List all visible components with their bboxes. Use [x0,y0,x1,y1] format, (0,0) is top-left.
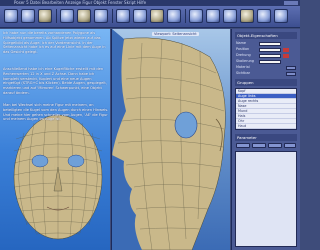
toolbar-divider [56,9,57,23]
property-label: Material [236,65,250,69]
property-label: Skalierung [236,59,254,63]
section-header-parameters: Parameter [235,134,297,141]
side-view-viewport[interactable]: Viewport: Seitenansicht [111,29,230,250]
section-header-groups: Gruppen [235,79,297,86]
property-label: Sichtbar [236,71,251,75]
property-row[interactable]: Drehung [235,53,297,58]
property-field[interactable] [259,59,281,64]
material-icon[interactable] [77,9,91,23]
section-header-properties: Objekt-Eigenschaften [235,32,297,39]
light-icon[interactable] [167,9,181,23]
color-swatch[interactable] [283,53,289,58]
property-label: Drehung [236,53,251,57]
toolbar-divider [185,9,186,23]
property-field[interactable] [259,47,281,52]
window-controls[interactable] [284,1,298,5]
render-icon[interactable] [133,9,147,23]
toolbar [0,6,300,28]
property-row[interactable]: Position [235,47,297,52]
property-row[interactable]: Sichtbar [235,71,297,76]
property-field[interactable] [259,41,281,46]
face-icon[interactable] [21,9,35,23]
viewport-label: Viewport: Seitenansicht [152,32,199,36]
setup-icon[interactable] [94,9,108,23]
scale-icon[interactable] [223,9,237,23]
content-icon[interactable] [116,9,130,23]
property-button[interactable] [286,65,296,70]
property-row[interactable]: Name [235,41,297,46]
instruction-paragraph-3: Man bei Wechsel sich meine Figur mit mei… [3,103,109,122]
property-button[interactable] [286,71,296,76]
instruction-paragraph-1: Ich habe nun die bereits vorhandenen Pol… [3,31,106,55]
list-item[interactable]: Haut [236,124,296,129]
side-face-mesh [112,29,226,250]
zoom-icon[interactable] [240,9,254,23]
color-swatch[interactable] [283,47,289,52]
toolbar-divider [112,9,113,23]
move-icon[interactable] [189,9,203,23]
param-button[interactable] [284,143,296,148]
properties-panel: Objekt-Eigenschaften Name Position Drehu… [231,29,300,250]
instruction-paragraph-2: Anschließend habe ich eine Kugelfläche e… [3,67,107,95]
grid-icon[interactable] [257,9,271,23]
rotate-icon[interactable] [206,9,220,23]
group-list[interactable]: Kopf Auge links Auge rechts Nase Mund Ha… [235,88,297,130]
property-row[interactable]: Skalierung [235,59,297,64]
property-row[interactable]: Material [235,65,297,70]
param-button[interactable] [236,143,250,148]
settings-icon[interactable] [274,9,288,23]
camera-icon[interactable] [150,9,164,23]
param-button[interactable] [252,143,266,148]
front-view-pane[interactable]: Ich habe nun die bereits vorhandenen Pol… [0,29,110,250]
pose-icon[interactable] [4,9,18,23]
property-label: Name [236,41,247,45]
parameter-list[interactable] [235,151,297,247]
property-label: Position [236,47,250,51]
hair-icon[interactable] [38,9,52,23]
front-face-mesh [13,114,103,240]
property-field[interactable] [259,53,281,58]
param-button[interactable] [268,143,282,148]
cloth-icon[interactable] [60,9,74,23]
